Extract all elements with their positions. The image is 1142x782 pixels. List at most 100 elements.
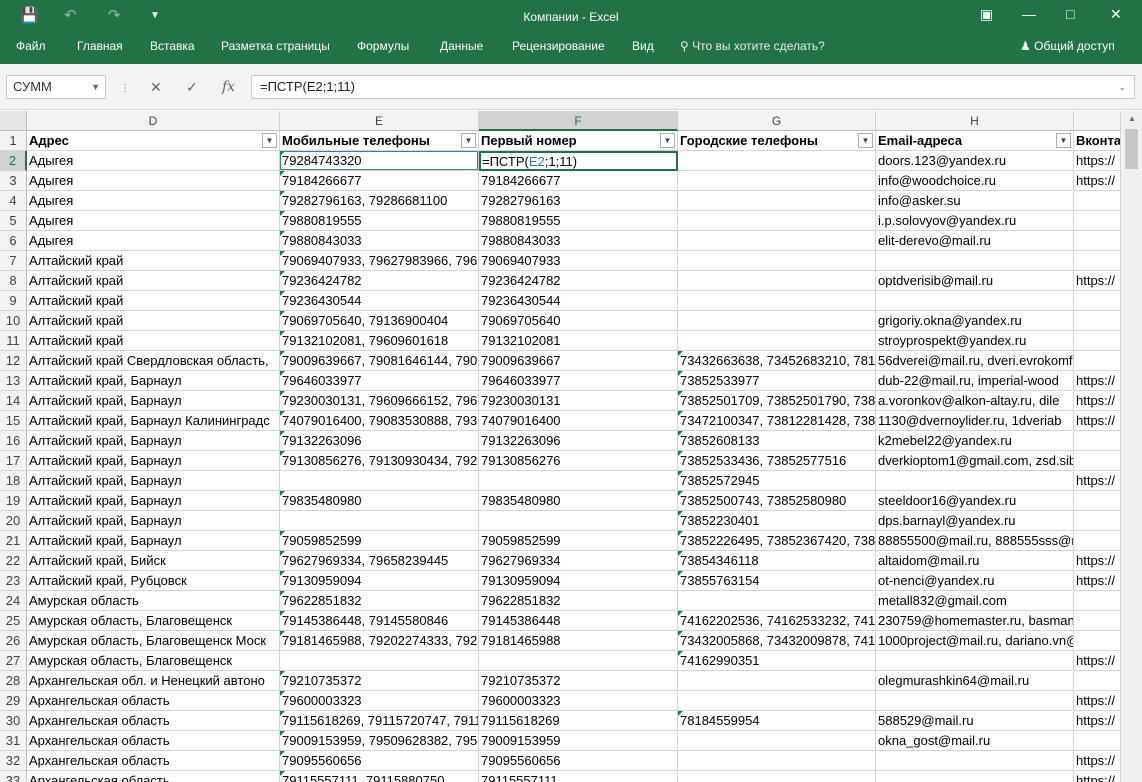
cell-email[interactable]: altaidom@mail.ru xyxy=(876,551,1074,571)
cell-vk[interactable] xyxy=(1074,231,1122,251)
row-header[interactable]: 32 xyxy=(0,751,27,771)
header-cell-vk[interactable]: Вконта xyxy=(1074,131,1122,151)
cell-email[interactable]: k2mebel22@yandex.ru xyxy=(876,431,1074,451)
cell-mobile[interactable]: 79236430544 xyxy=(280,291,479,311)
cell-mobile[interactable]: 79132102081, 79609601618 xyxy=(280,331,479,351)
cell-mobile[interactable]: 79880819555 xyxy=(280,211,479,231)
cell-city-phones[interactable] xyxy=(678,231,876,251)
cell-email[interactable]: 1000project@mail.ru, dariano.vn@gma xyxy=(876,631,1074,651)
row-header[interactable]: 20 xyxy=(0,511,27,531)
cell-address[interactable]: Амурская область, Благовещенск xyxy=(27,651,280,671)
chevron-down-icon[interactable]: ▼ xyxy=(91,76,100,98)
cell-mobile[interactable]: 79230030131, 79609666152, 7961 xyxy=(280,391,479,411)
cell-first-number[interactable]: 79880819555 xyxy=(479,211,678,231)
cell-first-number[interactable]: 79115557111 xyxy=(479,771,678,782)
cell-vk[interactable] xyxy=(1074,291,1122,311)
cell-city-phones[interactable]: 73432005868, 73432009878, 7416 xyxy=(678,631,876,651)
cell-mobile[interactable]: 79145386448, 79145580846 xyxy=(280,611,479,631)
cell-first-number[interactable]: 79069705640 xyxy=(479,311,678,331)
cell-address[interactable]: Алтайский край, Барнаул xyxy=(27,471,280,491)
cell-first-number[interactable]: 79282796163 xyxy=(479,191,678,211)
cell-vk[interactable]: https:// xyxy=(1074,171,1122,191)
cell-address[interactable]: Алтайский край, Барнаул Калининградс xyxy=(27,411,280,431)
cell-email[interactable]: steeldoor16@yandex.ru xyxy=(876,491,1074,511)
cell-mobile[interactable]: 79069705640, 79136900404 xyxy=(280,311,479,331)
header-cell-city-phones[interactable]: Городские телефоны ▼ xyxy=(678,131,876,151)
cell-address[interactable]: Алтайский край xyxy=(27,311,280,331)
cell-vk[interactable] xyxy=(1074,251,1122,271)
tab-file[interactable]: Файл xyxy=(16,39,46,53)
cell-address[interactable]: Алтайский край xyxy=(27,291,280,311)
cell-email[interactable] xyxy=(876,291,1074,311)
row-header[interactable]: 6 xyxy=(0,231,27,251)
header-cell-email[interactable]: Email-адреса ▼ xyxy=(876,131,1074,151)
cell-vk[interactable] xyxy=(1074,731,1122,751)
cell-email[interactable]: info@asker.su xyxy=(876,191,1074,211)
cell-city-phones[interactable] xyxy=(678,251,876,271)
cell-mobile[interactable] xyxy=(280,471,479,491)
cell-email[interactable] xyxy=(876,771,1074,782)
cell-city-phones[interactable]: 73852533436, 73852577516 xyxy=(678,451,876,471)
cell-address[interactable]: Алтайский край, Барнаул xyxy=(27,391,280,411)
cell-address[interactable]: Алтайский край, Рубцовск xyxy=(27,571,280,591)
cell-city-phones[interactable] xyxy=(678,691,876,711)
cell-address[interactable]: Алтайский край, Барнаул xyxy=(27,431,280,451)
tab-home[interactable]: Главная xyxy=(77,39,123,53)
cell-mobile[interactable]: 79284743320 xyxy=(280,151,479,171)
cell-address[interactable]: Адыгея xyxy=(27,211,280,231)
insert-function-icon[interactable]: fx xyxy=(222,79,235,95)
cell-first-number[interactable]: 79627969334 xyxy=(479,551,678,571)
cell-first-number[interactable] xyxy=(479,511,678,531)
cell-mobile[interactable]: 79130959094 xyxy=(280,571,479,591)
cell-email[interactable]: optdverisib@mail.ru xyxy=(876,271,1074,291)
cell-email[interactable] xyxy=(876,251,1074,271)
cell-mobile[interactable]: 79132263096 xyxy=(280,431,479,451)
cell-city-phones[interactable]: 73432663638, 73452683210, 7812 xyxy=(678,351,876,371)
cell-vk[interactable]: https:// xyxy=(1074,751,1122,771)
maximize-icon[interactable]: □ xyxy=(1066,6,1074,22)
cell-city-phones[interactable] xyxy=(678,731,876,751)
cell-vk[interactable]: https:// xyxy=(1074,411,1122,431)
cell-city-phones[interactable] xyxy=(678,291,876,311)
cell-vk[interactable] xyxy=(1074,211,1122,231)
column-header-h[interactable]: H xyxy=(876,111,1074,131)
cell-email[interactable]: 56dverei@mail.ru, dveri.evrokomfort@ xyxy=(876,351,1074,371)
cell-address[interactable]: Адыгея xyxy=(27,171,280,191)
cell-mobile[interactable]: 79236424782 xyxy=(280,271,479,291)
enter-icon[interactable]: ✓ xyxy=(186,79,198,96)
cell-mobile[interactable]: 79115557111, 79115880750 xyxy=(280,771,479,782)
row-header[interactable]: 21 xyxy=(0,531,27,551)
cell-address[interactable]: Амурская область, Благовещенск xyxy=(27,611,280,631)
cell-city-phones[interactable]: 78184559954 xyxy=(678,711,876,731)
cell-vk[interactable] xyxy=(1074,591,1122,611)
cell-email[interactable]: okna_gost@mail.ru xyxy=(876,731,1074,751)
row-header[interactable]: 12 xyxy=(0,351,27,371)
row-header[interactable]: 17 xyxy=(0,451,27,471)
cell-mobile[interactable]: 79184266677 xyxy=(280,171,479,191)
row-header[interactable]: 30 xyxy=(0,711,27,731)
cancel-icon[interactable]: ✕ xyxy=(150,79,162,96)
row-header[interactable]: 7 xyxy=(0,251,27,271)
cell-mobile[interactable]: 79210735372 xyxy=(280,671,479,691)
row-header[interactable]: 24 xyxy=(0,591,27,611)
row-header[interactable]: 9 xyxy=(0,291,27,311)
cell-email[interactable] xyxy=(876,751,1074,771)
column-header-g[interactable]: G xyxy=(678,111,876,131)
cell-first-number[interactable] xyxy=(479,471,678,491)
cell-first-number[interactable]: 79115618269 xyxy=(479,711,678,731)
cell-city-phones[interactable]: 73852572945 xyxy=(678,471,876,491)
row-header[interactable]: 31 xyxy=(0,731,27,751)
scroll-thumb[interactable] xyxy=(1125,129,1138,169)
cell-first-number[interactable]: 79236430544 xyxy=(479,291,678,311)
cell-email[interactable]: info@woodchoice.ru xyxy=(876,171,1074,191)
cell-address[interactable]: Алтайский край, Барнаул xyxy=(27,531,280,551)
cell-mobile[interactable]: 79600003323 xyxy=(280,691,479,711)
cell-mobile[interactable]: 79181465988, 79202274333, 7925 xyxy=(280,631,479,651)
row-header[interactable]: 11 xyxy=(0,331,27,351)
cell-vk[interactable] xyxy=(1074,191,1122,211)
cell-mobile[interactable]: 79627969334, 79658239445 xyxy=(280,551,479,571)
row-header[interactable]: 13 xyxy=(0,371,27,391)
row-header[interactable]: 28 xyxy=(0,671,27,691)
filter-dropdown-icon[interactable]: ▼ xyxy=(262,133,277,148)
tell-me-search[interactable]: ⚲ Что вы хотите сделать? xyxy=(680,39,825,53)
